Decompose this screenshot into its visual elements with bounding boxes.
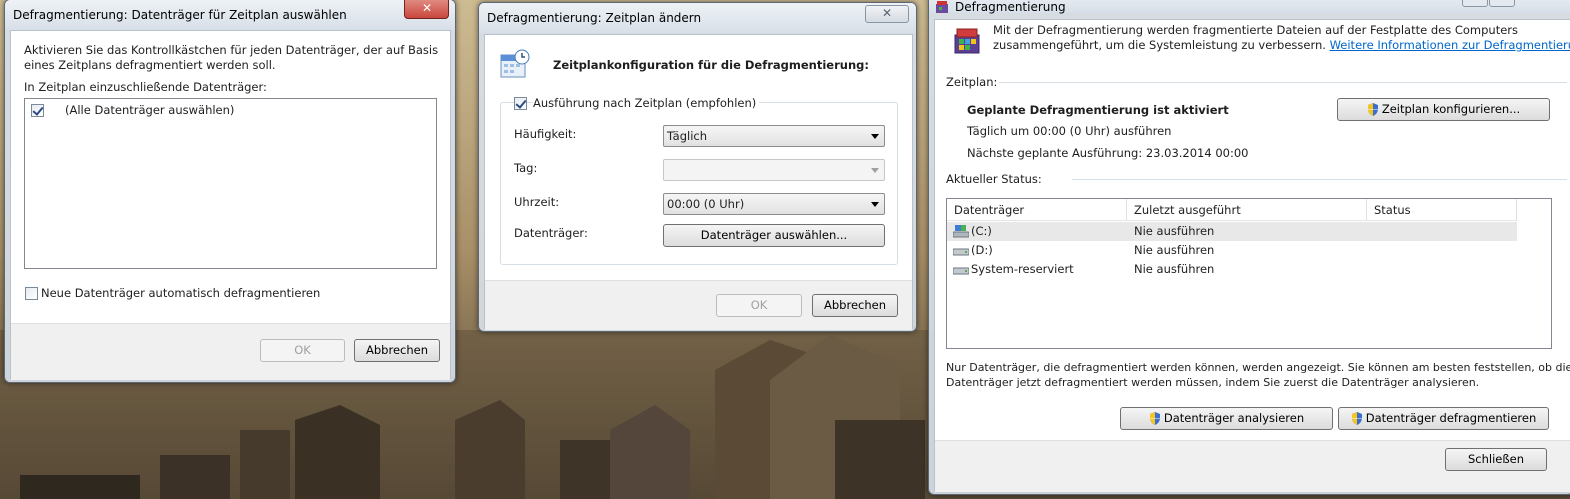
time-label: Uhrzeit: [514, 195, 560, 209]
drive-icon [953, 267, 969, 275]
all-drives-label: (Alle Datenträger auswählen) [65, 103, 235, 117]
schedule-divider [999, 82, 1567, 83]
window-title: Defragmentierung: Datenträger für Zeitpl… [13, 8, 347, 22]
frequency-label: Häufigkeit: [514, 127, 577, 141]
calendar-clock-icon [500, 49, 530, 78]
dialog-body: Zeitplankonfiguration für die Defragment… [484, 34, 913, 330]
intro-text: zusammengeführt, um die Systemleistung z… [993, 38, 1326, 52]
all-drives-checkbox[interactable] [31, 104, 44, 117]
defrag-main-window: Defragmentierung Mit der Defragmentierun… [928, 0, 1570, 495]
auto-new-drives-checkbox[interactable] [25, 287, 38, 300]
next-run-text: Nächste geplante Ausführung: 23.03.2014 … [967, 146, 1249, 160]
time-select[interactable]: 00:00 (0 Uhr) [663, 193, 885, 215]
uac-shield-icon [1149, 412, 1160, 425]
drive-row-d[interactable]: (D:) Nie ausführen [947, 241, 1517, 260]
configure-schedule-label: Zeitplan konfigurieren... [1381, 102, 1521, 116]
close-icon: ✕ [882, 6, 893, 20]
status-group-label: Aktueller Status: [946, 172, 1042, 186]
drive-name: (D:) [971, 243, 993, 257]
system-drive-icon [953, 225, 969, 238]
column-header-status[interactable]: Status [1367, 199, 1517, 221]
note-line1: Nur Datenträger, die defragmentiert werd… [946, 361, 1570, 374]
auto-new-drives-label: Neue Datenträger automatisch defragmenti… [41, 286, 321, 300]
intro-text-line2: zusammengeführt, um die Systemleistung z… [993, 38, 1570, 52]
select-drives-dialog: Defragmentierung: Datenträger für Zeitpl… [4, 0, 456, 383]
cancel-button[interactable]: Abbrechen [812, 294, 898, 317]
analyze-drive-button[interactable]: Datenträger analysieren [1120, 407, 1333, 430]
title-bar: Defragmentierung: Zeitplan ändern [479, 3, 916, 33]
change-schedule-dialog: Defragmentierung: Zeitplan ändern ✕ Zeit… [478, 2, 917, 332]
frequency-select[interactable]: Täglich [663, 125, 885, 147]
frequency-value: Täglich [667, 129, 708, 143]
cancel-button[interactable]: Abbrechen [354, 339, 440, 362]
drive-last-run: Nie ausführen [1134, 224, 1215, 238]
day-label: Tag: [514, 161, 538, 175]
status-divider [1072, 179, 1567, 180]
column-header-drive[interactable]: Datenträger [947, 199, 1127, 221]
chevron-down-icon [871, 168, 879, 173]
instruction-text: Aktivieren Sie das Kontrollkästchen für … [24, 43, 439, 72]
drive-name: (C:) [971, 224, 992, 238]
defragment-drive-button[interactable]: Datenträger defragmentieren [1338, 407, 1549, 430]
select-drives-button[interactable]: Datenträger auswählen... [663, 224, 885, 247]
title-bar: Defragmentierung: Datenträger für Zeitpl… [5, 0, 455, 30]
close-button[interactable]: ✕ [404, 0, 449, 19]
drive-name: System-reserviert [971, 262, 1074, 276]
maximize-button[interactable] [1489, 0, 1515, 7]
note-line2: Datenträger jetzt defragmentiert werden … [946, 376, 1480, 389]
run-on-schedule-checkbox[interactable] [514, 97, 527, 110]
close-icon: ✕ [422, 1, 433, 15]
defragment-drive-label: Datenträger defragmentieren [1365, 411, 1537, 425]
defrag-app-large-icon [954, 28, 980, 54]
drive-icon [953, 248, 969, 256]
defrag-app-icon [936, 1, 948, 13]
list-header: Datenträger Zuletzt ausgeführt Status [947, 199, 1517, 221]
chevron-down-icon [871, 134, 879, 139]
drive-row-system-reserved[interactable]: System-reserviert Nie ausführen [947, 260, 1517, 279]
drive-row-c[interactable]: (C:) Nie ausführen [947, 222, 1517, 241]
chevron-down-icon [871, 202, 879, 207]
ok-button[interactable]: OK [716, 294, 802, 317]
dialog-body: Aktivieren Sie das Kontrollkästchen für … [10, 30, 451, 380]
schedule-group-label: Zeitplan: [946, 75, 998, 89]
drives-label: Datenträger: [514, 226, 588, 240]
column-header-last-run[interactable]: Zuletzt ausgeführt [1127, 199, 1367, 221]
uac-shield-icon [1367, 103, 1378, 116]
run-on-schedule-label: Ausführung nach Zeitplan (empfohlen) [533, 96, 760, 110]
time-value: 00:00 (0 Uhr) [667, 197, 745, 211]
schedule-detail: Täglich um 00:00 (0 Uhr) ausführen [967, 124, 1172, 138]
configure-schedule-button[interactable]: Zeitplan konfigurieren... [1337, 98, 1550, 121]
schedule-status: Geplante Defragmentierung ist aktiviert [967, 103, 1229, 117]
day-select[interactable] [663, 159, 885, 181]
window-title: Defragmentierung: Zeitplan ändern [487, 11, 702, 25]
analyze-drive-label: Datenträger analysieren [1163, 411, 1305, 425]
drive-last-run: Nie ausführen [1134, 243, 1215, 257]
more-info-link[interactable]: Weitere Informationen zur Defragmentieru… [1330, 38, 1570, 52]
uac-shield-icon [1351, 412, 1362, 425]
drive-last-run: Nie ausführen [1134, 262, 1215, 276]
window-title: Defragmentierung [955, 0, 1066, 14]
schedule-heading: Zeitplankonfiguration für die Defragment… [553, 58, 869, 72]
list-label: In Zeitplan einzuschließende Datenträger… [24, 80, 267, 94]
minimize-button[interactable] [1462, 0, 1488, 7]
close-window-button[interactable]: Schließen [1445, 448, 1547, 471]
drive-status-list[interactable]: Datenträger Zuletzt ausgeführt Status (C… [946, 198, 1552, 349]
close-button[interactable]: ✕ [865, 5, 909, 23]
ok-button[interactable]: OK [260, 339, 345, 362]
intro-text-line1: Mit der Defragmentierung werden fragment… [993, 23, 1518, 37]
drive-list[interactable]: (Alle Datenträger auswählen) [24, 98, 437, 269]
main-body: Mit der Defragmentierung werden fragment… [934, 19, 1570, 492]
